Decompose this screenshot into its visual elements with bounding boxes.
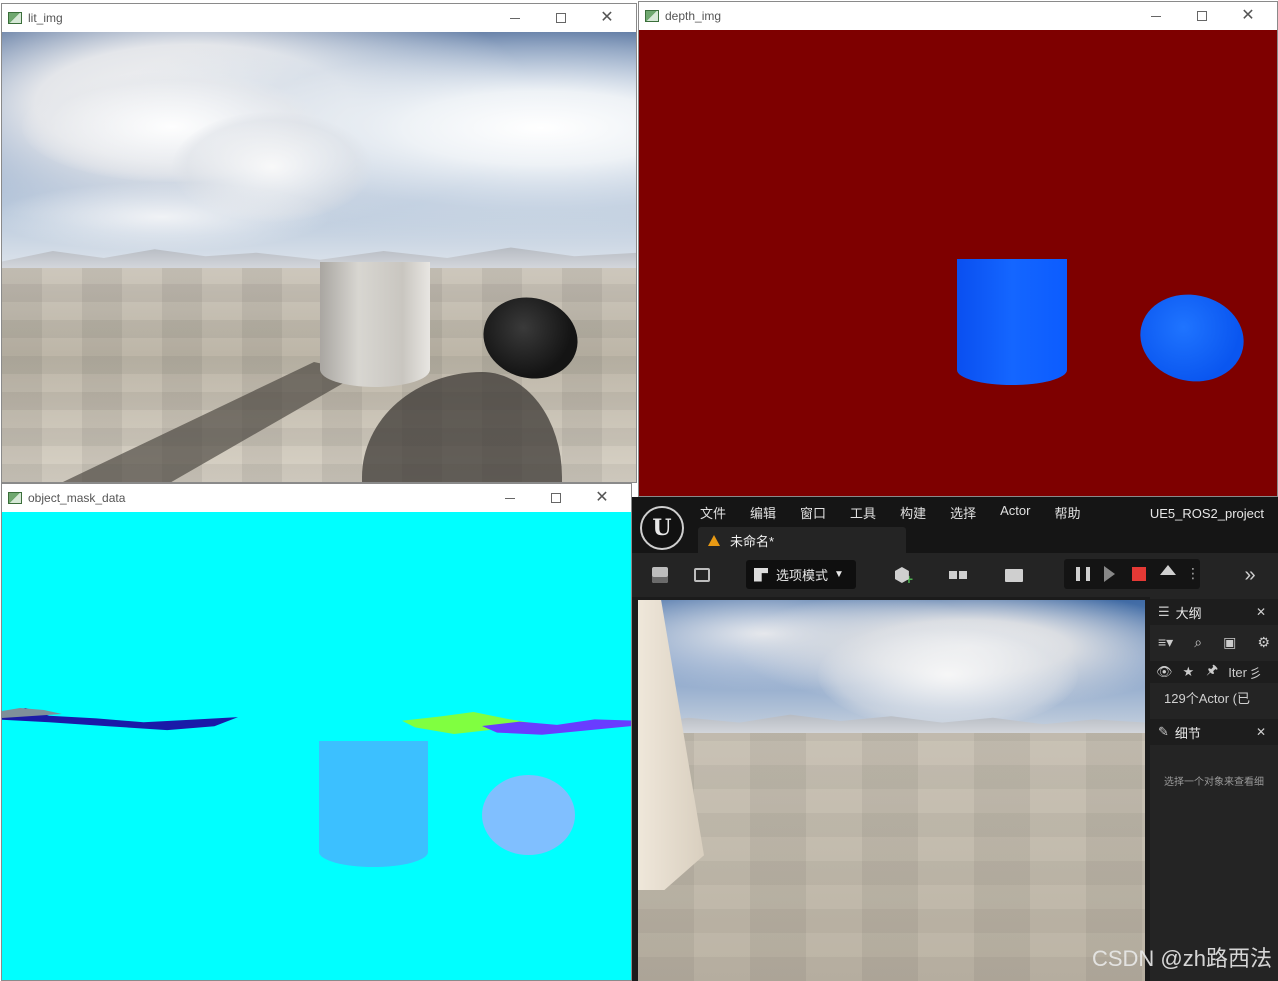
menu-edit[interactable]: 编辑 [750,503,788,522]
cinematics-icon[interactable] [996,565,1032,585]
level-tab-label: 未命名* [730,533,775,549]
warning-icon [708,534,720,546]
close-button[interactable]: ✕ [584,4,630,32]
window-title: lit_img [28,11,63,25]
pin-icon[interactable]: 🖈 [1206,661,1218,683]
maximize-icon [556,13,566,23]
blueprint-icon[interactable] [940,565,976,585]
side-panel: ☰ 大纲 ✕ ≡▾ ⌕ ▣ ⚙ 👁 ★ 🖈 Iter 彡 129个Actor (… [1150,597,1278,981]
lit-image [2,32,636,482]
play-controls: ⋮ [1064,559,1200,589]
save-icon[interactable] [650,565,670,585]
close-button[interactable]: ✕ [579,484,625,512]
selection-mode-dropdown[interactable]: 选项模式 ▼ [746,560,856,589]
menu-tools[interactable]: 工具 [850,503,888,522]
outliner-title: 大纲 [1175,605,1202,621]
minimize-icon [510,17,520,19]
outliner-icon: ☰ [1158,604,1170,619]
minimize-button[interactable] [1133,2,1179,30]
menu-actor[interactable]: Actor [1000,503,1042,522]
close-icon: ✕ [1241,7,1255,24]
add-actor-icon[interactable]: + [886,565,922,587]
filter-icon[interactable]: ≡▾ [1158,634,1173,651]
app-icon [8,12,22,24]
visibility-eye-icon[interactable]: 👁 [1156,664,1173,680]
app-icon [645,10,659,22]
stop-icon[interactable] [1132,567,1146,581]
close-icon: ✕ [595,489,609,506]
truncated-glyph: 彡 [1249,665,1263,681]
mask-cylinder [319,741,428,867]
viewport-ground [638,733,1145,981]
search-icon[interactable]: ⌕ [1194,634,1202,651]
minimize-button[interactable] [492,4,538,32]
viewport-cloud [818,620,1078,730]
menu-help[interactable]: 帮助 [1054,503,1092,522]
chevron-down-icon: ▼ [834,569,844,580]
close-icon[interactable]: ✕ [1256,605,1266,619]
menu-window[interactable]: 窗口 [800,503,838,522]
maximize-icon [1197,11,1207,21]
maximize-button[interactable] [533,484,579,512]
depth-img-window: depth_img ✕ [638,1,1278,497]
menu-build[interactable]: 构建 [900,503,938,522]
maximize-icon [551,493,561,503]
cloud [2,182,332,252]
lit-img-window: lit_img ✕ [1,3,637,483]
menu-select[interactable]: 选择 [950,503,988,522]
cylinder [320,262,430,387]
favorite-star-icon[interactable]: ★ [1183,664,1195,680]
details-title: 细节 [1174,725,1201,741]
window-title: object_mask_data [28,491,126,505]
close-button[interactable]: ✕ [1225,2,1271,30]
depth-image [639,30,1277,496]
outliner-columns: 👁 ★ 🖈 Iter 彡 [1150,661,1278,683]
depth-img-titlebar[interactable]: depth_img ✕ [639,2,1277,30]
unreal-editor-window: U 文件 编辑 窗口 工具 构建 选择 Actor 帮助 UE5_ROS2_pr… [632,497,1278,981]
project-name: UE5_ROS2_project [1149,506,1264,521]
minimize-icon [1151,15,1161,17]
mask-image [2,512,631,980]
more-options-icon[interactable]: ⋮ [1186,565,1200,581]
app-icon [8,492,22,504]
object-mask-window: object_mask_data ✕ [1,483,632,981]
minimize-icon [505,497,515,499]
details-header[interactable]: ✎ 细节 ✕ [1150,719,1278,745]
outliner-toolbar: ≡▾ ⌕ ▣ ⚙ [1158,631,1270,653]
minimize-button[interactable] [487,484,533,512]
eject-icon[interactable] [1160,565,1176,575]
depth-cylinder [957,259,1067,385]
watermark: CSDN @zh路西法 [1091,946,1272,971]
outliner-header[interactable]: ☰ 大纲 ✕ [1150,599,1278,625]
unreal-logo-icon[interactable]: U [640,506,684,550]
actor-count: 129个Actor (已 [1164,691,1250,706]
details-hint: 选择一个对象来查看细 [1164,777,1264,788]
expand-toolbar-icon[interactable]: » [1240,564,1260,586]
pause-icon[interactable] [1076,567,1090,581]
menu-file[interactable]: 文件 [700,503,738,522]
settings-gear-icon[interactable]: ⚙ [1257,634,1270,651]
main-toolbar: 选项模式 ▼ + ⋮ » [632,553,1278,597]
close-icon: ✕ [600,9,614,26]
lit-img-titlebar[interactable]: lit_img ✕ [2,4,636,32]
maximize-button[interactable] [538,4,584,32]
item-label-column[interactable]: Iter [1228,665,1247,680]
object-mask-titlebar[interactable]: object_mask_data ✕ [2,484,631,512]
step-icon[interactable] [1104,566,1115,582]
selection-mode-label: 选项模式 [776,568,829,583]
level-viewport[interactable] [638,600,1145,981]
close-icon[interactable]: ✕ [1256,725,1266,739]
editor-header: U 文件 编辑 窗口 工具 构建 选择 Actor 帮助 UE5_ROS2_pr… [632,497,1278,553]
mask-background [2,512,631,980]
mask-sphere [482,775,575,855]
level-tab[interactable]: 未命名* [698,527,906,553]
cursor-icon [754,567,768,582]
details-icon: ✎ [1158,724,1169,739]
menu-bar: 文件 编辑 窗口 工具 构建 选择 Actor 帮助 [700,503,1104,522]
maximize-button[interactable] [1179,2,1225,30]
content-browser-icon[interactable] [692,565,712,585]
window-title: depth_img [665,9,722,23]
add-folder-icon[interactable]: ▣ [1223,634,1236,651]
